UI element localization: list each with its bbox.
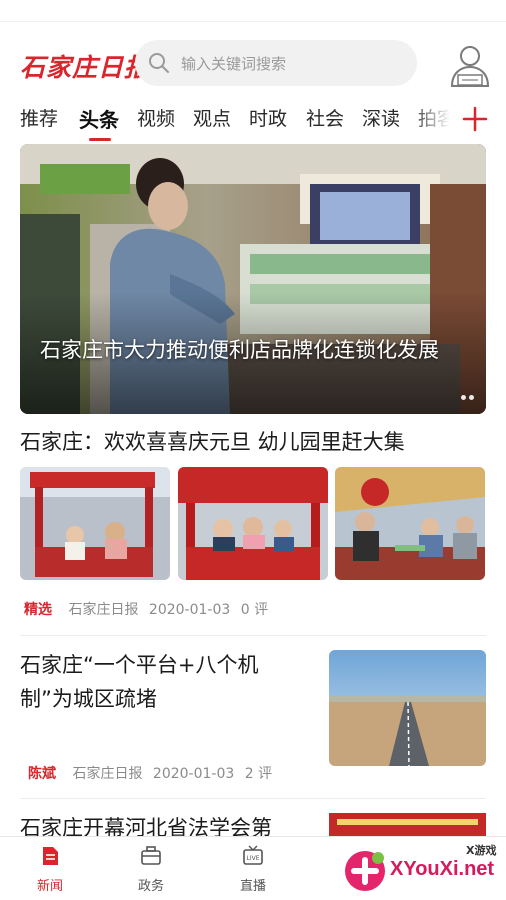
news-icon (43, 847, 58, 865)
banner-title: 石家庄市大力推动便利店品牌化连锁化发展 (40, 338, 439, 362)
thumbnail-photo (335, 467, 485, 580)
nav-news[interactable]: 新闻 (20, 845, 80, 894)
tab-society[interactable]: 社会 (306, 104, 344, 131)
watermark-small-text: X游戏 (466, 844, 497, 857)
carousel-dot (469, 395, 474, 400)
tab-recommend[interactable]: 推荐 (20, 104, 58, 131)
tab-headlines[interactable]: 头条 (79, 104, 119, 133)
article-thumbnail[interactable] (178, 467, 328, 580)
banner-photo (20, 144, 486, 414)
article-image[interactable] (329, 650, 486, 766)
article-date: 2020-01-03 (148, 602, 231, 618)
article-date: 2020-01-03 (152, 766, 235, 782)
svg-text:LIVE: LIVE (246, 855, 259, 862)
article-source: 石家庄日报 (68, 602, 139, 618)
carousel-dot (461, 395, 466, 400)
nav-label: 直播 (239, 879, 266, 894)
watermark-logo-icon (345, 851, 385, 891)
carousel-dots (458, 385, 474, 404)
nav-label: 新闻 (36, 879, 63, 894)
user-icon[interactable] (448, 42, 492, 88)
article-comments: 0 评 (240, 602, 269, 618)
add-channel-icon[interactable] (460, 104, 490, 134)
watermark-text: XYouXi.net (390, 858, 495, 880)
article-source: 石家庄日报 (72, 766, 143, 782)
watermark: X游戏 XYouXi.net (338, 840, 506, 898)
article-tag: 精选 (24, 602, 52, 618)
status-bar (0, 0, 506, 22)
app-logo[interactable]: 石家庄日报 (20, 48, 150, 84)
article-tag: 陈斌 (28, 766, 56, 782)
nav-live[interactable]: LIVE 直播 (223, 845, 283, 894)
thumbnail-photo (20, 467, 170, 580)
article-meta: 陈斌 石家庄日报 2020-01-03 2 评 (28, 763, 272, 783)
nav-government[interactable]: 政务 (121, 845, 181, 894)
search-icon (149, 53, 169, 73)
article-thumbnail[interactable] (335, 467, 485, 580)
article-meta: 精选 石家庄日报 2020-01-03 0 评 (24, 599, 268, 619)
search-bar[interactable]: 输入关键词搜索 (135, 40, 417, 86)
thumbnail-photo (178, 467, 328, 580)
divider (20, 635, 486, 636)
article-title[interactable]: 石家庄：欢欢喜喜庆元旦 幼儿园里赶大集 (20, 426, 405, 456)
tab-in-depth[interactable]: 深读 (362, 104, 400, 131)
article-title[interactable]: 石家庄“一个平台+八个机制”为城区疏堵 (20, 648, 310, 716)
tab-opinion[interactable]: 观点 (193, 104, 231, 131)
article-thumbnail[interactable] (20, 467, 170, 580)
tab-video[interactable]: 视频 (137, 104, 175, 131)
divider (20, 798, 486, 799)
tab-politics[interactable]: 时政 (249, 104, 287, 131)
briefcase-icon (141, 846, 161, 865)
headline-banner[interactable]: 石家庄市大力推动便利店品牌化连锁化发展 (20, 144, 486, 414)
search-placeholder: 输入关键词搜索 (181, 55, 287, 73)
article-comments: 2 评 (244, 766, 273, 782)
tabs-fade (410, 96, 460, 144)
app-header: 石家庄日报 输入关键词搜索 (0, 36, 506, 92)
active-tab-indicator (89, 138, 111, 141)
article-photo (329, 650, 486, 766)
live-tv-icon: LIVE (243, 845, 263, 865)
nav-label: 政务 (137, 879, 164, 894)
channel-tabs: 推荐 头条 视频 观点 时政 社会 深读 拍客 (0, 96, 506, 144)
